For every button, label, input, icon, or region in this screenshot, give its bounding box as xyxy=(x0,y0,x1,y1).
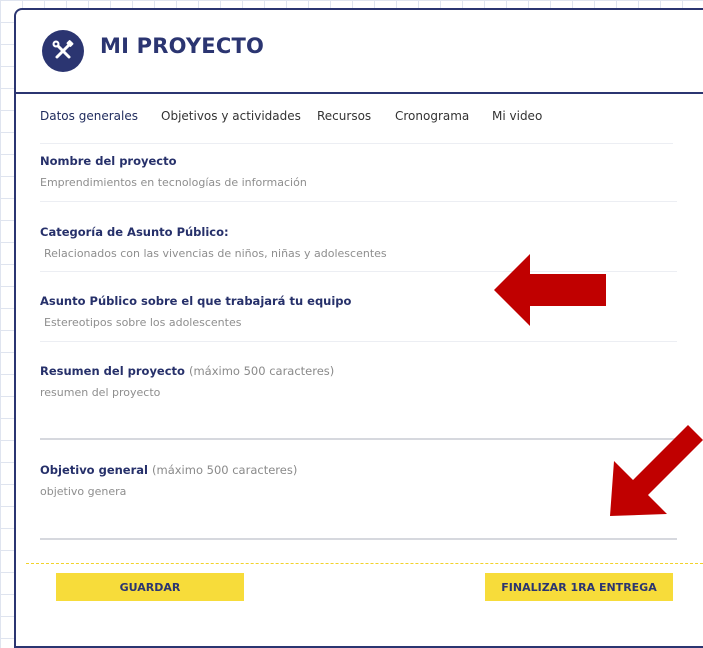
card-header: MI PROYECTO xyxy=(16,10,703,94)
field-label: Categoría de Asunto Público: xyxy=(40,225,229,239)
tools-icon xyxy=(42,30,84,72)
divider xyxy=(40,341,677,342)
save-button[interactable]: GUARDAR xyxy=(56,573,244,601)
field-label: Resumen del proyecto (máximo 500 caracte… xyxy=(40,364,677,378)
left-arrow-annotation-icon xyxy=(494,254,606,326)
down-left-arrow-annotation-icon xyxy=(610,425,703,516)
tab-recursos[interactable]: Recursos xyxy=(317,109,371,123)
objetivo-textarea[interactable]: objetivo genera xyxy=(40,485,677,498)
divider xyxy=(40,201,677,202)
field-hint: (máximo 500 caracteres) xyxy=(152,463,298,477)
textarea-underline xyxy=(40,538,677,540)
footer-separator xyxy=(26,563,703,564)
tab-mi-video[interactable]: Mi video xyxy=(492,109,542,123)
nombre-input[interactable]: Emprendimientos en tecnologías de inform… xyxy=(40,176,677,189)
field-label-text: Resumen del proyecto xyxy=(40,364,185,378)
tab-objetivos-y-actividades[interactable]: Objetivos y actividades xyxy=(161,109,301,123)
field-label: Nombre del proyecto xyxy=(40,154,177,168)
tab-cronograma[interactable]: Cronograma xyxy=(395,109,469,123)
field-label-text: Objetivo general xyxy=(40,463,148,477)
resumen-textarea[interactable]: resumen del proyecto xyxy=(40,386,677,399)
tab-datos-generales[interactable]: Datos generales xyxy=(40,109,138,123)
finish-first-delivery-button[interactable]: FINALIZAR 1RA ENTREGA xyxy=(485,573,673,601)
field-label: Objetivo general (máximo 500 caracteres) xyxy=(40,463,677,477)
field-objetivo-general: Objetivo general (máximo 500 caracteres)… xyxy=(40,463,677,498)
tab-bar: Datos generales Objetivos y actividades … xyxy=(40,109,673,144)
page-title: MI PROYECTO xyxy=(100,34,265,58)
textarea-underline xyxy=(40,438,677,440)
field-resumen: Resumen del proyecto (máximo 500 caracte… xyxy=(40,364,677,399)
field-hint: (máximo 500 caracteres) xyxy=(188,364,335,378)
field-nombre-del-proyecto: Nombre del proyecto Emprendimientos en t… xyxy=(40,154,677,189)
